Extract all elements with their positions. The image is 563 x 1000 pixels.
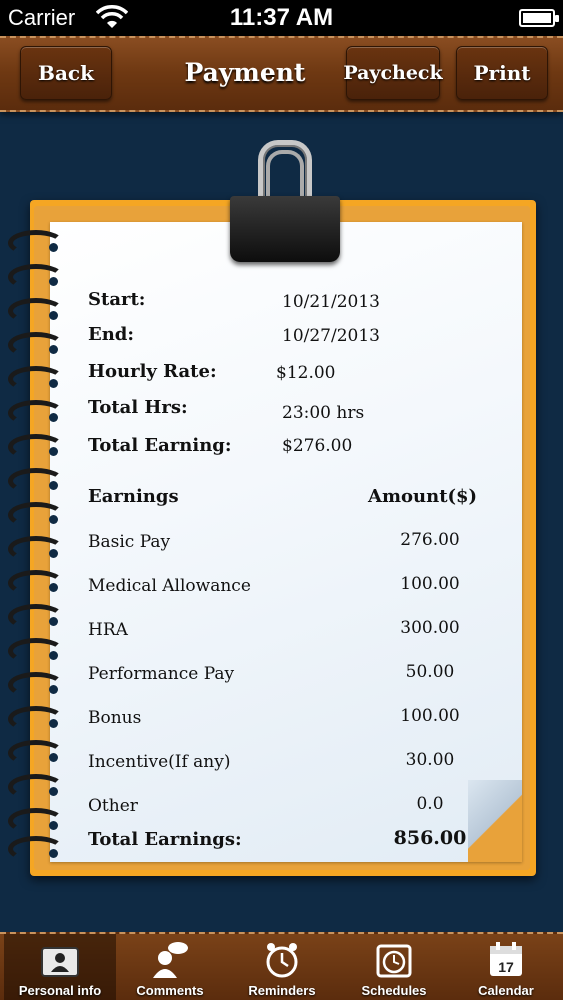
earning-amount: 0.0 (416, 794, 444, 814)
status-bar: Carrier 11:37 AM (0, 0, 563, 36)
earning-name: Medical Allowance (88, 576, 251, 596)
tab-label: Personal info (18, 983, 102, 998)
tab-reminders[interactable]: Reminders (226, 934, 338, 1000)
earning-amount: 100.00 (400, 706, 460, 726)
hourly-rate-label: Hourly Rate: (88, 361, 217, 382)
total-earning-value: $276.00 (282, 436, 353, 456)
calendar-day: 17 (498, 959, 514, 975)
tab-comments[interactable]: Comments (114, 934, 226, 1000)
total-earning-label: Total Earning: (88, 435, 232, 456)
tab-personal-info[interactable]: Personal info (4, 934, 116, 1000)
earning-name: Incentive(If any) (88, 752, 231, 772)
hourly-rate-value: $12.00 (276, 363, 336, 383)
alarm-clock-icon (266, 943, 298, 978)
tab-bar: Personal info Comments Reminders Schedul… (0, 932, 563, 1000)
total-earnings-value: 856.00 (393, 827, 467, 849)
back-button[interactable]: Back (20, 46, 112, 100)
start-value: 10/21/2013 (282, 292, 380, 312)
end-label: End: (88, 324, 135, 345)
page-curl (468, 780, 522, 862)
battery-icon (519, 9, 559, 27)
amount-column-header: Amount($) (368, 486, 478, 507)
tab-label: Calendar (478, 983, 534, 998)
paycheck-button[interactable]: Paycheck (343, 46, 443, 100)
print-button[interactable]: Print (456, 46, 548, 100)
clock-calendar-icon (376, 944, 412, 978)
page-title: Payment (184, 58, 306, 87)
tab-label: Reminders (248, 983, 316, 998)
tab-label: Comments (136, 983, 204, 998)
earning-amount: 50.00 (405, 662, 455, 682)
binder-clip-icon (230, 196, 340, 262)
spiral-binding (8, 228, 68, 868)
tab-label: Schedules (361, 983, 427, 998)
calendar-icon: 17 (490, 942, 522, 976)
earning-name: Bonus (88, 708, 142, 728)
earning-name: Basic Pay (88, 532, 171, 552)
person-folder-icon (41, 947, 79, 977)
start-label: Start: (88, 289, 146, 310)
back-button-label: Back (38, 61, 94, 85)
earning-amount: 300.00 (400, 618, 460, 638)
clock-time: 11:37 AM (229, 4, 334, 31)
navigation-bar: Back Payment Paycheck Print (0, 36, 563, 112)
earning-amount: 30.00 (405, 750, 455, 770)
earnings-column-header: Earnings (88, 486, 179, 507)
earning-name: Performance Pay (88, 664, 235, 684)
tab-calendar[interactable]: 17 Calendar (450, 934, 562, 1000)
earning-amount: 276.00 (400, 530, 460, 550)
total-hours-value: 23:00 hrs (282, 403, 365, 423)
total-hours-label: Total Hrs: (88, 397, 188, 418)
earning-name: Other (88, 796, 138, 816)
tab-schedules[interactable]: Schedules (338, 934, 450, 1000)
earning-amount: 100.00 (400, 574, 460, 594)
earning-name: HRA (88, 620, 128, 640)
total-earnings-label: Total Earnings: (88, 829, 242, 850)
comment-person-icon (153, 942, 188, 978)
end-value: 10/27/2013 (282, 326, 380, 346)
